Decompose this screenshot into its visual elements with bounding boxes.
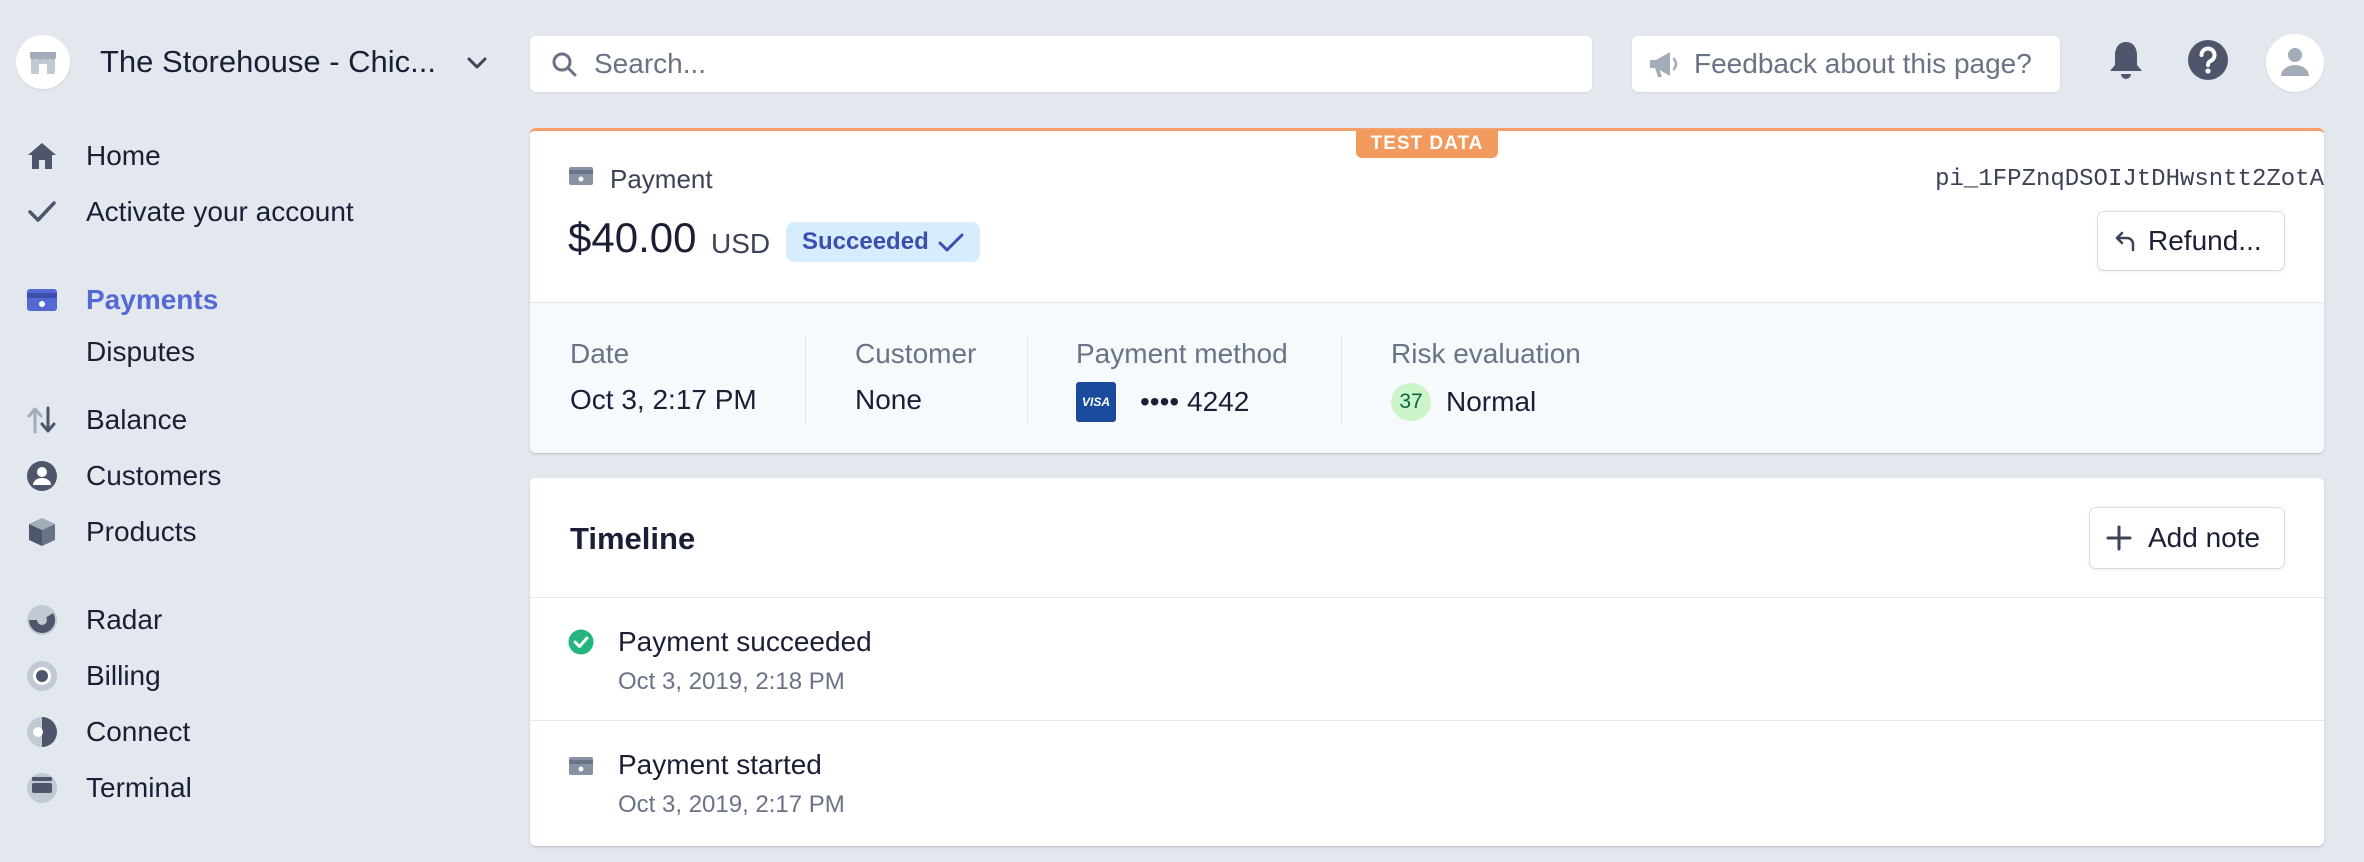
check-icon [938, 232, 964, 261]
sidebar-item-label: Radar [86, 604, 163, 635]
sidebar-item-disputes[interactable]: Disputes [24, 332, 504, 372]
megaphone-icon [1646, 48, 1682, 85]
visa-card-icon: VISA [1076, 382, 1116, 422]
payment-summary [530, 302, 2324, 453]
sidebar-item-label: Balance [86, 404, 188, 435]
customers-icon [24, 458, 60, 494]
risk-value: Normal [1446, 386, 1537, 417]
event-time: Oct 3, 2019, 2:17 PM [618, 791, 845, 818]
customer-value: None [855, 384, 922, 415]
timeline-title: Timeline [570, 521, 696, 556]
account-name: The Storehouse - Chic... [100, 44, 436, 79]
event-title: Payment started [618, 749, 822, 780]
timeline-event: Payment succeeded Oct 3, 2019, 2:18 PM [530, 598, 2324, 720]
summary-divider [805, 336, 806, 424]
event-time: Oct 3, 2019, 2:18 PM [618, 668, 845, 695]
sidebar-item-radar[interactable]: Radar [24, 600, 504, 640]
sidebar-item-label: Billing [86, 660, 161, 691]
bell-icon[interactable] [2106, 38, 2146, 82]
sidebar-item-label: Customers [86, 460, 222, 491]
card-last4: •••• 4242 [1140, 386, 1250, 417]
date-value: Oct 3, 2:17 PM [570, 384, 757, 415]
sidebar-item-payments[interactable]: Payments [24, 280, 504, 320]
sidebar-item-activate[interactable]: Activate your account [24, 192, 504, 232]
search-input[interactable] [594, 44, 1574, 84]
risk-label: Risk evaluation [1391, 338, 1581, 369]
sidebar-item-products[interactable]: Products [24, 512, 504, 552]
sidebar-item-label: Products [86, 516, 197, 547]
sidebar-item-label: Activate your account [86, 196, 354, 227]
event-title: Payment succeeded [618, 626, 872, 657]
store-logo-icon [16, 35, 70, 89]
payments-icon [24, 282, 60, 318]
check-circle-icon [568, 629, 594, 660]
customer-label: Customer [855, 338, 977, 369]
status-badge: Succeeded [786, 222, 980, 262]
sidebar-item-label: Payments [86, 284, 219, 315]
sidebar-item-home[interactable]: Home [24, 136, 504, 176]
payment-icon [568, 754, 594, 783]
account-switcher[interactable]: The Storehouse - Chic... [16, 34, 496, 90]
payment-kind-label: Payment [610, 164, 713, 194]
payment-amount: $40.00 [568, 214, 697, 261]
card-brand: VISA [1081, 395, 1110, 409]
payment-currency: USD [711, 228, 771, 259]
feedback-label: Feedback about this page? [1694, 48, 2032, 79]
date-label: Date [570, 338, 630, 369]
payment-kind-icon [568, 164, 594, 193]
home-icon [24, 138, 60, 174]
risk-score: 37 [1399, 390, 1423, 413]
status-label: Succeeded [802, 228, 929, 255]
summary-divider [1341, 336, 1342, 424]
add-note-label: Add note [2148, 522, 2261, 553]
test-data-badge: TEST DATA [1356, 130, 1498, 158]
balance-icon [24, 402, 60, 438]
payment-id[interactable]: pi_1FPZnqDSOIJtDHwsntt2ZotA [1935, 166, 2324, 193]
plus-icon [2106, 525, 2132, 556]
products-icon [24, 514, 60, 550]
terminal-icon [24, 770, 60, 806]
radar-icon [24, 602, 60, 638]
sidebar-item-customers[interactable]: Customers [24, 456, 504, 496]
user-icon [2278, 44, 2312, 83]
payment-method-label: Payment method [1076, 338, 1288, 369]
connect-icon [24, 714, 60, 750]
avatar[interactable] [2266, 34, 2324, 92]
search-icon [550, 50, 578, 83]
sidebar-item-terminal[interactable]: Terminal [24, 768, 504, 808]
search-bar[interactable] [530, 36, 1592, 92]
timeline-event: Payment started Oct 3, 2019, 2:17 PM [530, 721, 2324, 843]
sidebar-item-label: Connect [86, 716, 191, 747]
sidebar-item-label: Home [86, 140, 161, 171]
help-icon[interactable] [2186, 38, 2230, 82]
refund-arrow-icon [2114, 229, 2138, 258]
feedback-button[interactable]: Feedback about this page? [1632, 36, 2060, 92]
check-icon [24, 194, 60, 230]
sidebar-item-billing[interactable]: Billing [24, 656, 504, 696]
billing-icon [24, 658, 60, 694]
risk-score-badge: 37 [1391, 383, 1431, 421]
chevron-down-icon[interactable] [464, 50, 490, 81]
sidebar-item-label: Terminal [86, 772, 192, 803]
sidebar-item-label: Disputes [86, 336, 195, 367]
refund-label: Refund... [2148, 225, 2262, 256]
summary-divider [1027, 336, 1028, 424]
add-note-button[interactable]: Add note [2090, 508, 2284, 568]
refund-button[interactable]: Refund... [2098, 212, 2284, 270]
sidebar-item-connect[interactable]: Connect [24, 712, 504, 752]
sidebar-item-balance[interactable]: Balance [24, 400, 504, 440]
